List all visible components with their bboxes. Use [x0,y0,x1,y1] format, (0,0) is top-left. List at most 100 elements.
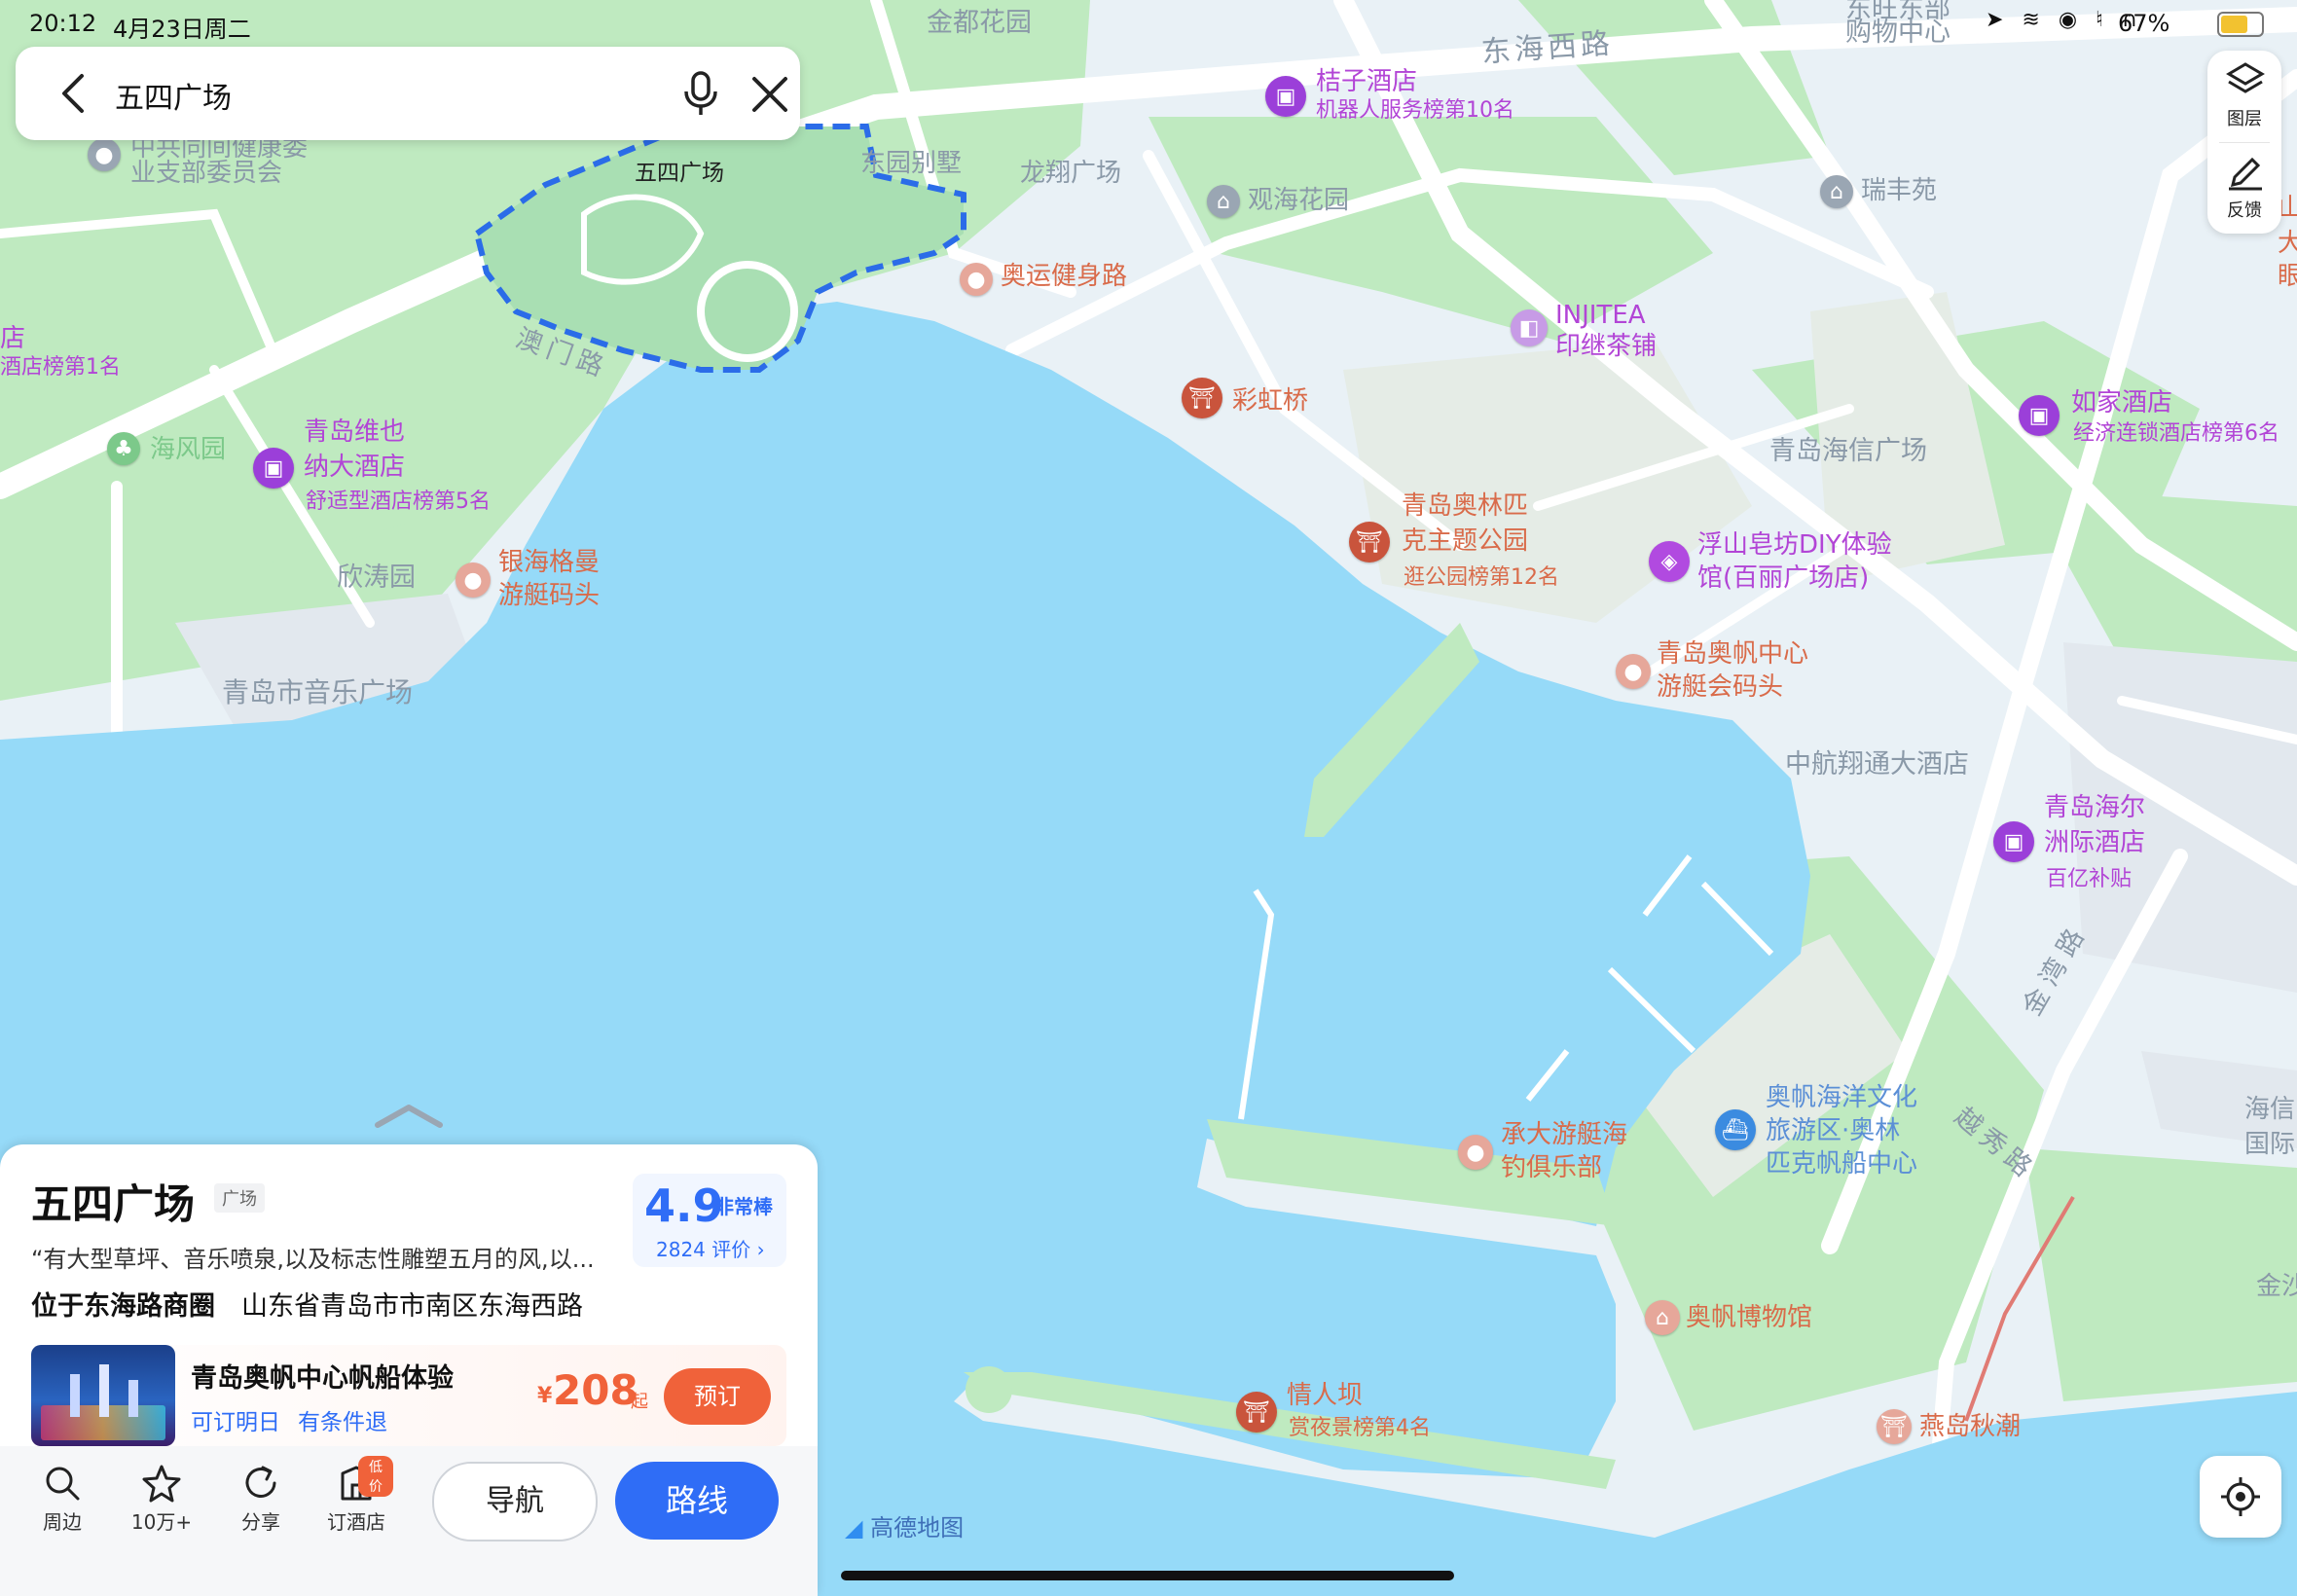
map-label-aoyun: 奥运健身路 [1001,262,1128,291]
review-count[interactable]: 2824 评价 › [656,1234,765,1262]
place-pin-icon[interactable]: ● [88,138,121,171]
status-date: 4月23日周二 [113,16,251,43]
deal-tag-refund: 有条件退 [298,1410,387,1435]
place-category-tag: 广场 [214,1183,265,1213]
map-label-weiye1: 青岛维也 [304,417,406,447]
deal-price: 208 [553,1366,638,1414]
map-label-yinyue: 青岛市音乐广场 [222,676,414,708]
map-label-edge-r3: 眼 [2278,262,2297,291]
scenic-pin-icon[interactable]: ⛩ [1182,378,1222,418]
book-button[interactable]: 预订 [664,1368,771,1425]
search-bar[interactable]: 五四广场 [16,47,800,140]
low-price-badge: 低价 [358,1456,393,1497]
map-label-edge-r6: 金沙 [2256,1272,2297,1301]
place-title: 五四广场 [31,1180,196,1228]
map-label-yinhai1: 银海格曼 [498,548,601,577]
status-time: 20:12 [29,10,97,37]
rating-word: 非常棒 [714,1195,773,1218]
rating-value: 4.9 [644,1179,724,1232]
map-label-aolin2: 克主题公园 [1402,526,1529,556]
locate-button[interactable] [2200,1456,2281,1538]
rating-box[interactable]: 4.9 非常棒 2824 评价 › [633,1174,786,1267]
map-label-jiuzi-rank: 机器人服务榜第10名 [1316,98,1514,123]
voice-search-button[interactable] [681,70,720,121]
park-pin-icon[interactable]: ♣ [107,432,140,465]
share-icon [245,1466,276,1498]
map-label-weiye-rank: 舒适型酒店榜第5名 [306,490,491,514]
search-input[interactable]: 五四广场 [115,74,232,117]
pencil-icon [2229,157,2262,191]
hotel-pin-icon-weiye[interactable]: ▣ [253,448,294,489]
scenic-pin-icon-aolin[interactable]: ⛩ [1349,522,1390,562]
status-battery-text: 67% [2118,10,2170,37]
deal-row[interactable]: 青岛奥帆中心帆船体验 可订明日 有条件退 ¥ 208 起 预订 [31,1345,786,1446]
map-tools-panel: 图层 反馈 [2207,51,2281,234]
book-hotel-label: 订酒店 [327,1510,385,1534]
residence-pin-icon[interactable]: ⌂ [1207,185,1240,218]
chevron-left-icon [62,74,84,113]
feedback-button[interactable]: 反馈 [2207,144,2281,234]
tourism-pin-icon[interactable]: ⛴ [1715,1109,1756,1150]
map-label-edge-r5: 国际 [2244,1130,2296,1159]
route-button[interactable]: 路线 [615,1462,779,1540]
clear-button[interactable] [751,76,788,117]
share-button[interactable]: 分享 [228,1464,294,1542]
layers-button[interactable]: 图层 [2207,51,2281,142]
chevron-up-icon [375,1105,443,1128]
map-label-jiuzi[interactable]: 桔子酒店 [1316,66,1417,97]
map-label-bowuguan: 奥帆博物馆 [1686,1303,1813,1332]
favorite-button[interactable]: 10万+ [123,1464,201,1542]
map-label-haier1: 青岛海尔 [2044,793,2146,822]
map-label-rujia-rank: 经济连锁酒店榜第6名 [2073,421,2279,446]
expand-handle[interactable] [374,1102,444,1133]
hotel-pin-icon-rujia[interactable]: ▣ [2019,395,2060,436]
map-label-caihong: 彩虹桥 [1232,386,1309,416]
pier-pin-icon[interactable]: ● [456,562,491,598]
club-pin-icon[interactable]: ● [1458,1135,1493,1170]
scenic-pin-icon-yandao[interactable]: ⛩ [1877,1409,1912,1444]
map-label-qingrenba: 情人坝 [1287,1381,1364,1410]
hotel-pin-icon[interactable]: ▣ [1265,76,1306,117]
hotel-pin-icon-haier[interactable]: ▣ [1993,821,2034,862]
pier-pin-icon-aofan[interactable]: ● [1616,654,1651,689]
locate-icon [2221,1477,2260,1516]
star-icon [142,1465,181,1503]
residence-pin-icon-2[interactable]: ⌂ [1820,175,1853,208]
deal-thumbnail-image [31,1345,175,1446]
map-label-guanhai: 观海花园 [1248,186,1350,215]
road-pin-icon[interactable]: ● [960,263,993,296]
map-label-aofan1: 青岛奥帆中心 [1657,639,1809,669]
map-label-aofan2: 游艇会码头 [1657,672,1784,702]
feedback-label: 反馈 [2227,200,2262,221]
map-label-longxiang: 龙翔广场 [1020,159,1122,188]
nearby-button[interactable]: 周边 [29,1464,95,1542]
museum-pin-icon[interactable]: ⌂ [1645,1300,1680,1335]
map-label-aolin-rank: 逛公园榜第12名 [1404,565,1559,590]
map-label-fushan2: 馆(百丽广场店) [1697,563,1870,593]
share-label: 分享 [241,1510,280,1534]
navigate-button[interactable]: 导航 [432,1462,598,1542]
map-label-haier2: 洲际酒店 [2044,828,2146,857]
book-hotel-button[interactable]: 订酒店 低价 [319,1456,393,1542]
battery-icon [2217,12,2264,37]
map-label-fushan1: 浮山皂坊DIY体验 [1697,530,1892,560]
place-address[interactable]: 山东省青岛市市南区东海西路 [241,1285,583,1323]
map-label-dongyuan: 东园别墅 [860,149,963,178]
map-label-haifeng: 海风园 [150,435,227,464]
nearby-label: 周边 [43,1510,82,1534]
map-label-aofanhy1: 奥帆海洋文化 [1766,1083,1918,1112]
home-indicator[interactable] [841,1571,1454,1580]
place-detail-card[interactable]: 五四广场 广场 “有大型草坪、音乐喷泉,以及标志性雕塑五月的风,以... 4.9… [0,1144,818,1596]
map-label-chengda1: 承大游艇海 [1501,1120,1628,1149]
map-label-haier-sub: 百亿补贴 [2046,867,2133,891]
place-description[interactable]: “有大型草坪、音乐喷泉,以及标志性雕塑五月的风,以... [31,1240,615,1274]
shop-pin-icon-fushan[interactable]: ◈ [1649,541,1690,582]
deal-title: 青岛奥帆中心帆船体验 [191,1363,454,1394]
back-button[interactable] [55,72,93,119]
scenic-pin-icon-qingrenba[interactable]: ⛩ [1236,1392,1277,1433]
shop-pin-icon[interactable]: ◧ [1511,309,1548,346]
map-label-edge-r4: 海信 [2244,1095,2296,1124]
map-label-wusi[interactable]: 五四广场 [635,158,724,189]
map-label-xintao: 欣涛园 [337,562,416,593]
deal-tag-tomorrow: 可订明日 [191,1410,280,1435]
